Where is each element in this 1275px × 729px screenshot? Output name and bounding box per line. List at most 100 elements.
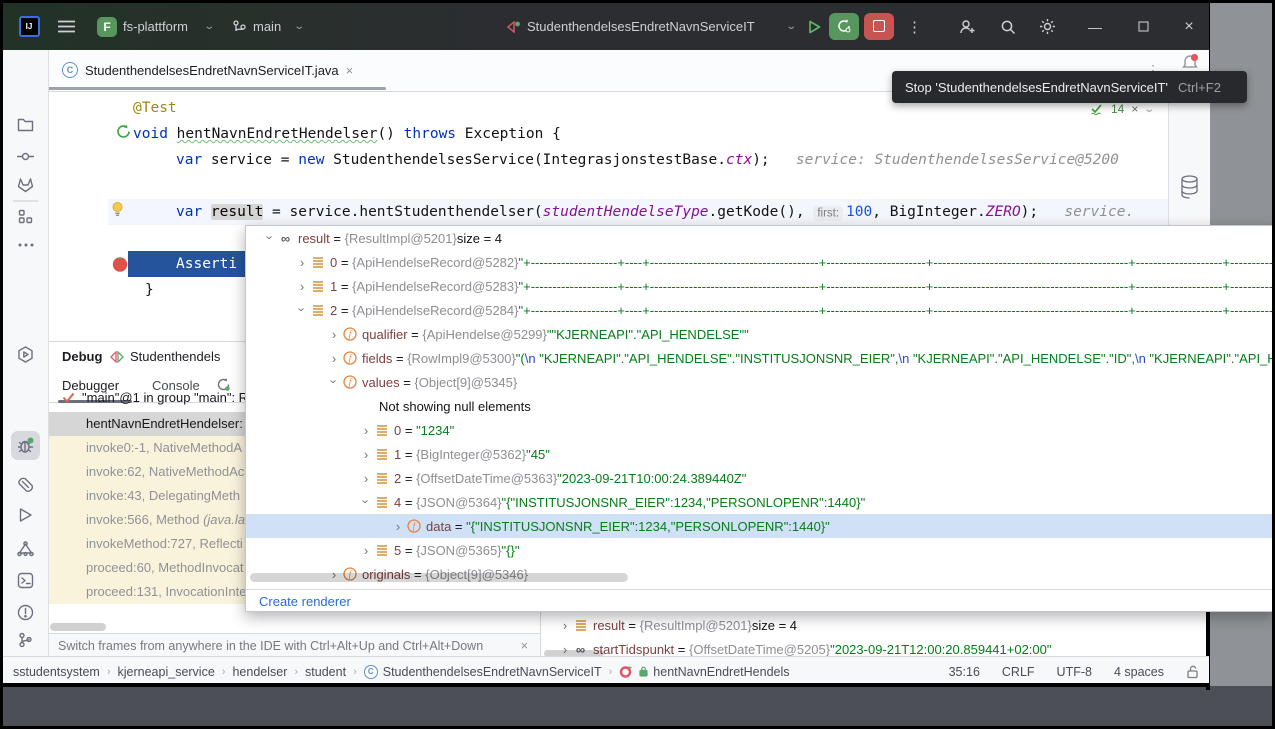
problems-tool-icon[interactable]: [11, 598, 40, 627]
breadcrumb-separator: ›: [222, 666, 226, 678]
popup-tree-row[interactable]: ›2 = {ApiHendelseRecord@5284} "+--------…: [246, 298, 1274, 322]
popup-tree-row[interactable]: ›0 = "1234": [246, 418, 1274, 442]
inspections-close-icon[interactable]: ×: [1131, 102, 1138, 116]
caret-position[interactable]: 35:16: [949, 665, 980, 679]
code-line[interactable]: @Test: [133, 95, 177, 121]
intellij-logo-icon[interactable]: IJ: [17, 3, 41, 50]
popup-tree-row[interactable]: ›4 = {JSON@5364} "{"INSTITUSJONSNR_EIER"…: [246, 490, 1274, 514]
run-configuration-name[interactable]: StudenthendelsesEndretNavnServiceIT: [527, 3, 755, 50]
intention-bulb-icon[interactable]: [110, 201, 125, 217]
structure-tool-icon[interactable]: [11, 202, 40, 231]
build-tool-icon[interactable]: [11, 470, 40, 499]
code-line[interactable]: void hentNavnEndretHendelser() throws Ex…: [133, 121, 561, 147]
popup-tree-row[interactable]: Not showing null elements: [246, 394, 1274, 418]
tab-close-icon[interactable]: ×: [346, 63, 354, 78]
breadcrumb[interactable]: sstudentsystem›kjerneapi_service›hendels…: [13, 665, 790, 679]
expand-chevron-icon[interactable]: ›: [358, 447, 374, 462]
project-name[interactable]: fs-plattform: [123, 3, 188, 50]
collapse-chevron-icon[interactable]: ›: [359, 493, 374, 509]
rerun-debug-button[interactable]: [829, 13, 859, 40]
expand-chevron-icon[interactable]: ›: [390, 519, 406, 534]
collapse-chevron-icon[interactable]: ›: [263, 229, 278, 245]
field-icon: f: [342, 327, 357, 342]
breadcrumb-item[interactable]: hentNavnEndretHendels: [619, 665, 789, 679]
collapse-chevron-icon[interactable]: ›: [295, 301, 310, 317]
frames-horizontal-scrollbar[interactable]: [50, 623, 106, 631]
services-tool-icon[interactable]: [11, 340, 40, 369]
code-line[interactable]: Asserti: [176, 251, 237, 277]
git-tool-icon[interactable]: [11, 625, 40, 654]
popup-tree-row[interactable]: ›2 = {OffsetDateTime@5363} "2023-09-21T1…: [246, 466, 1274, 490]
popup-tree-row[interactable]: ›fqualifier = {ApiHendelse@5299} ""KJERN…: [246, 322, 1274, 346]
debug-session-tab[interactable]: Studenthendels: [110, 349, 220, 364]
breakpoint-icon[interactable]: [111, 255, 129, 273]
popup-horizontal-scrollbar[interactable]: [250, 573, 628, 582]
maximize-button[interactable]: [1131, 3, 1155, 50]
notifications-icon[interactable]: [1181, 53, 1199, 71]
expand-chevron-icon[interactable]: ›: [326, 327, 342, 342]
popup-tree-row[interactable]: ›5 = {JSON@5365} "{}": [246, 538, 1274, 562]
inspections-ok-icon: [1090, 102, 1104, 116]
file-tab-label: StudenthendelsesEndretNavnServiceIT.java: [85, 63, 339, 78]
collapse-chevron-icon[interactable]: ›: [327, 373, 342, 389]
breadcrumb-item[interactable]: student: [305, 665, 346, 679]
breadcrumb-item[interactable]: hendelser: [232, 665, 287, 679]
readonly-unlock-icon[interactable]: [1186, 665, 1199, 679]
search-everywhere-icon[interactable]: [996, 3, 1020, 50]
breadcrumb-item[interactable]: kjerneapi_service: [118, 665, 215, 679]
git-branch-icon[interactable]: [231, 3, 247, 50]
expand-chevron-icon[interactable]: ›: [358, 423, 374, 438]
expand-chevron-icon[interactable]: ›: [358, 471, 374, 486]
expand-chevron-icon[interactable]: ›: [326, 351, 342, 366]
popup-tree-row[interactable]: ›ffields = {RowImpl9@5300} "(\n "KJERNEA…: [246, 346, 1274, 370]
popup-tree-row[interactable]: ›0 = {ApiHendelseRecord@5282} "+--------…: [246, 250, 1274, 274]
branch-name[interactable]: main: [253, 3, 281, 50]
file-tab[interactable]: C StudenthendelsesEndretNavnServiceIT.ja…: [48, 50, 367, 90]
stop-button[interactable]: [864, 13, 894, 40]
database-icon[interactable]: [1180, 175, 1199, 199]
popup-tree-row[interactable]: ›fvalues = {Object[9]@5345}: [246, 370, 1274, 394]
commit-tool-icon[interactable]: [11, 142, 40, 171]
profiler-tool-icon[interactable]: [11, 534, 40, 563]
project-icon[interactable]: F: [95, 3, 119, 50]
more-tool-icon[interactable]: [11, 230, 40, 259]
create-renderer-link[interactable]: Create renderer: [246, 589, 1274, 612]
run-button[interactable]: [803, 3, 825, 50]
file-encoding[interactable]: UTF-8: [1057, 665, 1092, 679]
code-line[interactable]: var result = service.hentStudenthendelse…: [176, 199, 1134, 225]
popup-tree-row[interactable]: ›∞result = {ResultImpl@5201} size = 4: [246, 226, 1274, 250]
main-menu-hamburger-icon[interactable]: [53, 3, 79, 50]
code-line[interactable]: var service = new StudenthendelsesServic…: [176, 147, 1119, 173]
code-with-me-icon[interactable]: [955, 3, 979, 50]
popup-tree-row[interactable]: ›fdata = "{"INSTITUSJONSNR_EIER":1234,"P…: [246, 514, 1274, 538]
popup-tree-row[interactable]: ›1 = {ApiHendelseRecord@5283} "+--------…: [246, 274, 1274, 298]
run-tool-icon[interactable]: [11, 500, 40, 529]
line-ending[interactable]: CRLF: [1002, 665, 1035, 679]
array-icon: [374, 495, 389, 510]
minimize-button[interactable]: —: [1083, 3, 1107, 50]
project-tool-icon[interactable]: [11, 110, 40, 139]
test-rerun-gutter-icon[interactable]: [116, 124, 131, 139]
field-icon: f: [342, 375, 357, 390]
expand-chevron-icon[interactable]: ›: [294, 279, 310, 294]
debug-tool-icon[interactable]: [11, 431, 40, 460]
variable-row[interactable]: ›result = {ResultImpl@5201} size = 4: [541, 613, 1209, 637]
banner-close-icon[interactable]: ×: [521, 639, 528, 653]
breadcrumb-item[interactable]: sstudentsystem: [13, 665, 100, 679]
popup-tree-row[interactable]: ›1 = {BigInteger@5362} "45": [246, 442, 1274, 466]
code-line[interactable]: }: [145, 277, 154, 303]
expand-chevron-icon[interactable]: ›: [358, 543, 374, 558]
inspections-chevron-icon[interactable]: ⌄: [1144, 104, 1156, 115]
close-window-button[interactable]: ×: [1177, 3, 1201, 50]
breadcrumb-item[interactable]: CStudenthendelsesEndretNavnServiceIT: [364, 665, 602, 679]
variables-panel[interactable]: ›result = {ResultImpl@5201} size = 4›∞st…: [541, 613, 1209, 661]
debug-panel-title: Debug: [62, 349, 102, 364]
thread-selector[interactable]: "main"@1 in group "main": R: [48, 384, 248, 410]
expand-chevron-icon[interactable]: ›: [557, 618, 573, 633]
debugger-evaluate-popup[interactable]: ›∞result = {ResultImpl@5201} size = 4›0 …: [245, 225, 1275, 612]
expand-chevron-icon[interactable]: ›: [294, 255, 310, 270]
indent-setting[interactable]: 4 spaces: [1114, 665, 1164, 679]
settings-gear-icon[interactable]: [1035, 3, 1059, 50]
terminal-tool-icon[interactable]: [11, 566, 40, 595]
more-actions-kebab-icon[interactable]: ⋮: [906, 3, 924, 50]
